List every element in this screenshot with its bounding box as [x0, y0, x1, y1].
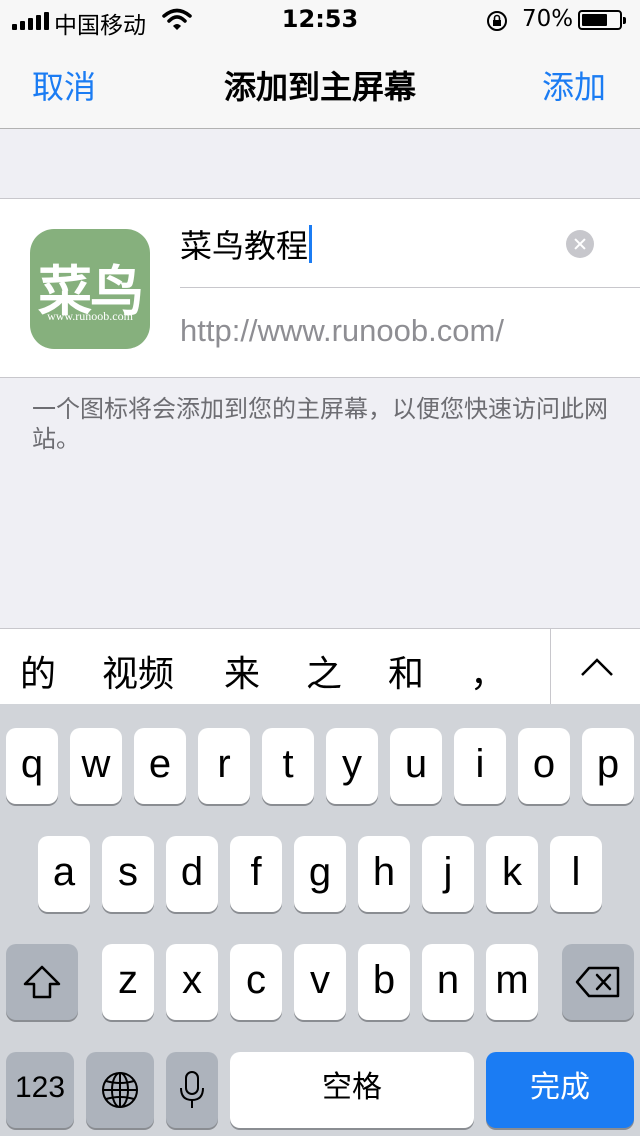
key-n[interactable]: n: [422, 944, 474, 1020]
key-e[interactable]: e: [134, 728, 186, 804]
key-l[interactable]: l: [550, 836, 602, 912]
chevron-up-icon[interactable]: [580, 657, 614, 681]
key-j[interactable]: j: [422, 836, 474, 912]
key-k[interactable]: k: [486, 836, 538, 912]
footer-note: 一个图标将会添加到您的主屏幕，以便您快速访问此网站。: [32, 395, 608, 453]
globe-key[interactable]: [86, 1052, 154, 1128]
candidate-word[interactable]: 视频: [102, 645, 174, 697]
key-t[interactable]: t: [262, 728, 314, 804]
key-y[interactable]: y: [326, 728, 378, 804]
key-h[interactable]: h: [358, 836, 410, 912]
space-key[interactable]: 空格: [230, 1052, 474, 1128]
status-bar: 中国移动 12:53 70%: [0, 0, 640, 40]
shift-key[interactable]: [6, 944, 78, 1020]
candidate-word[interactable]: 来: [224, 645, 260, 697]
site-url: http://www.runoob.com/: [180, 313, 504, 348]
dictation-key[interactable]: [166, 1052, 218, 1128]
key-g[interactable]: g: [294, 836, 346, 912]
shift-icon: [23, 965, 61, 999]
key-o[interactable]: o: [518, 728, 570, 804]
key-m[interactable]: m: [486, 944, 538, 1020]
key-v[interactable]: v: [294, 944, 346, 1020]
key-a[interactable]: a: [38, 836, 90, 912]
orientation-lock-icon: [486, 10, 508, 36]
key-p[interactable]: p: [582, 728, 634, 804]
key-x[interactable]: x: [166, 944, 218, 1020]
key-d[interactable]: d: [166, 836, 218, 912]
key-s[interactable]: s: [102, 836, 154, 912]
battery-percent: 70%: [522, 6, 574, 32]
name-field[interactable]: 菜鸟教程: [180, 221, 313, 267]
candidate-word[interactable]: 的: [20, 645, 56, 697]
candidate-word[interactable]: ，: [470, 645, 506, 697]
site-icon-logo-url: www.runoob.com: [47, 309, 133, 323]
candidate-divider: [550, 629, 551, 705]
site-icon: 菜鸟 www.runoob.com: [30, 229, 150, 349]
candidate-word[interactable]: 之: [306, 645, 342, 697]
keyboard: q w e r t y u i o p a s d f g h j k l z …: [0, 704, 640, 1136]
microphone-icon: [180, 1071, 204, 1108]
name-field-row[interactable]: 菜鸟教程: [180, 199, 640, 288]
key-i[interactable]: i: [454, 728, 506, 804]
done-key[interactable]: 完成: [486, 1052, 634, 1128]
navigation-bar: 取消 添加到主屏幕 添加: [0, 40, 640, 129]
globe-icon: [102, 1072, 138, 1108]
battery-icon: [578, 10, 626, 30]
clear-text-icon[interactable]: [566, 230, 594, 258]
numbers-key[interactable]: 123: [6, 1052, 74, 1128]
candidate-bar: 的 视频 来 之 和 ，: [0, 628, 640, 705]
key-c[interactable]: c: [230, 944, 282, 1020]
name-field-value: 菜鸟教程: [180, 227, 309, 265]
key-z[interactable]: z: [102, 944, 154, 1020]
key-w[interactable]: w: [70, 728, 122, 804]
key-b[interactable]: b: [358, 944, 410, 1020]
delete-key[interactable]: [562, 944, 634, 1020]
key-u[interactable]: u: [390, 728, 442, 804]
candidate-word[interactable]: 和: [388, 645, 424, 697]
backspace-icon: [575, 966, 620, 998]
key-q[interactable]: q: [6, 728, 58, 804]
key-r[interactable]: r: [198, 728, 250, 804]
text-caret: [309, 225, 313, 263]
bookmark-card: 菜鸟 www.runoob.com 菜鸟教程 http://www.runoob…: [0, 198, 640, 378]
add-button[interactable]: 添加: [542, 62, 606, 108]
key-f[interactable]: f: [230, 836, 282, 912]
